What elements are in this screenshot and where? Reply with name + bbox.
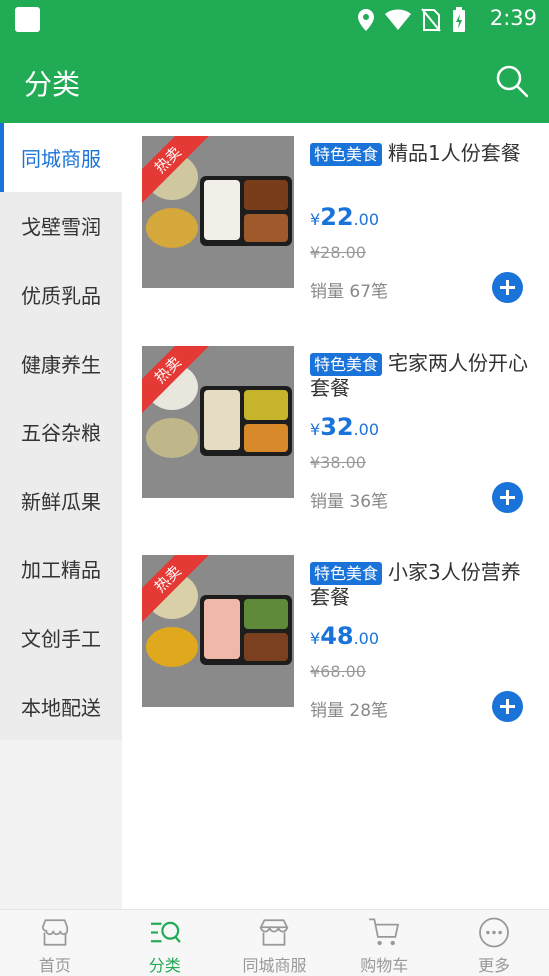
food-dish [244, 599, 288, 629]
food-dish [244, 424, 288, 452]
product-list: 热卖 特色美食 精品1人份套餐 ¥22.00 ¥28.00 销量 67笔 热卖 特… [122, 123, 549, 909]
food-rice [204, 180, 240, 240]
product-info: 特色美食 宅家两人份开心套餐 [310, 351, 530, 400]
product-title[interactable]: 特色美食 宅家两人份开心套餐 [310, 351, 530, 400]
battery-icon [453, 7, 465, 32]
product-card[interactable]: 热卖 特色美食 小家3人份营养套餐 ¥48.00 ¥68.00 销量 28笔 [122, 542, 549, 742]
food-shrimp [204, 599, 240, 659]
cart-icon [369, 918, 400, 946]
product-card[interactable]: 热卖 特色美食 宅家两人份开心套餐 ¥32.00 ¥38.00 销量 36笔 [122, 333, 549, 533]
product-card[interactable]: 热卖 特色美食 精品1人份套餐 ¥22.00 ¥28.00 销量 67笔 [122, 123, 549, 323]
nav-label: 同城商服 [242, 956, 307, 975]
app-screen: 2:39 分类 同城商服 戈壁雪润 优质乳品 健康养生 五谷杂粮 新鲜瓜果 加工… [0, 0, 549, 976]
sidebar-item-label: 戈壁雪润 [21, 215, 101, 240]
product-price: ¥22.00 [310, 203, 379, 231]
nav-label: 首页 [38, 956, 71, 975]
search-icon[interactable] [495, 64, 529, 98]
price-integer: 48 [320, 622, 354, 650]
sales-count: 销量 28笔 [310, 701, 389, 721]
currency-symbol: ¥ [310, 629, 321, 648]
app-header: 分类 [0, 40, 549, 123]
status-time: 2:39 [489, 6, 537, 30]
food-bowl [146, 627, 198, 667]
sidebar-item-label: 同城商服 [21, 146, 101, 171]
product-image[interactable]: 热卖 [142, 346, 294, 498]
product-price: ¥32.00 [310, 413, 379, 441]
sidebar-item-gebi[interactable]: 戈壁雪润 [0, 191, 122, 261]
sidebar-item-processed[interactable]: 加工精品 [0, 534, 122, 604]
sales-count: 销量 36笔 [310, 492, 389, 512]
food-dish [244, 390, 288, 420]
bottom-nav: 首页 分类 同城商服 购物车 更多 [0, 909, 549, 976]
sales-count: 销量 67笔 [310, 282, 389, 302]
sidebar-item-label: 新鲜瓜果 [21, 489, 101, 514]
nav-category[interactable]: 分类 [110, 910, 220, 976]
sidebar-item-label: 本地配送 [21, 695, 101, 720]
category-search-icon [150, 921, 181, 943]
sidebar-item-grains[interactable]: 五谷杂粮 [0, 397, 122, 466]
wifi-icon [385, 9, 411, 30]
sidebar-item-dairy[interactable]: 优质乳品 [0, 260, 122, 329]
sidebar-item-label: 加工精品 [21, 558, 101, 583]
status-icons [357, 7, 467, 33]
category-tag: 特色美食 [310, 562, 383, 585]
nav-label: 分类 [148, 956, 181, 975]
price-decimal: .00 [353, 210, 380, 229]
food-dish [244, 214, 288, 242]
nav-more[interactable]: 更多 [439, 910, 549, 976]
price-decimal: .00 [353, 629, 380, 648]
location-icon [358, 9, 374, 31]
sidebar-item-tongcheng[interactable]: 同城商服 [0, 123, 122, 192]
price-integer: 22 [320, 203, 354, 231]
sidebar-item-fruits[interactable]: 新鲜瓜果 [0, 465, 122, 535]
food-bowl [146, 418, 198, 458]
add-to-cart-button[interactable] [492, 482, 523, 513]
sidebar-item-handicraft[interactable]: 文创手工 [0, 603, 122, 672]
category-tag: 特色美食 [310, 143, 383, 166]
nav-label: 购物车 [360, 956, 409, 975]
sidebar-item-health[interactable]: 健康养生 [0, 328, 122, 398]
no-sim-icon [421, 8, 441, 32]
sidebar-item-label: 优质乳品 [21, 283, 101, 308]
sidebar-item-delivery[interactable]: 本地配送 [0, 671, 122, 741]
original-price: ¥38.00 [310, 453, 366, 472]
product-title[interactable]: 特色美食 精品1人份套餐 [310, 141, 530, 166]
product-title[interactable]: 特色美食 小家3人份营养套餐 [310, 560, 530, 609]
page-title: 分类 [24, 68, 81, 101]
price-decimal: .00 [353, 420, 380, 439]
original-price: ¥68.00 [310, 662, 366, 681]
nav-cart[interactable]: 购物车 [329, 910, 439, 976]
food-dish [244, 633, 288, 661]
add-to-cart-button[interactable] [492, 691, 523, 722]
product-info: 特色美食 小家3人份营养套餐 [310, 560, 530, 609]
food-dish [244, 180, 288, 210]
product-info: 特色美食 精品1人份套餐 [310, 141, 530, 166]
more-icon [479, 917, 509, 948]
nav-home[interactable]: 首页 [0, 910, 110, 976]
shop-icon [41, 919, 69, 946]
store-icon [259, 919, 290, 946]
nav-local-services[interactable]: 同城商服 [220, 910, 330, 976]
currency-symbol: ¥ [310, 420, 321, 439]
sidebar-item-label: 五谷杂粮 [21, 421, 101, 446]
category-tag: 特色美食 [310, 353, 383, 376]
status-bar: 2:39 [0, 0, 549, 40]
sidebar-item-label: 文创手工 [21, 626, 101, 651]
category-sidebar: 同城商服 戈壁雪润 优质乳品 健康养生 五谷杂粮 新鲜瓜果 加工精品 文创手工 … [0, 123, 122, 909]
nav-label: 更多 [478, 956, 511, 975]
sidebar-item-label: 健康养生 [21, 352, 101, 377]
product-name: 精品1人份套餐 [388, 141, 521, 165]
product-price: ¥48.00 [310, 622, 379, 650]
currency-symbol: ¥ [310, 210, 321, 229]
food-dish [204, 390, 240, 450]
product-image[interactable]: 热卖 [142, 555, 294, 707]
product-image[interactable]: 热卖 [142, 136, 294, 288]
notification-icon [15, 7, 40, 32]
price-integer: 32 [320, 413, 354, 441]
original-price: ¥28.00 [310, 243, 366, 262]
add-to-cart-button[interactable] [492, 272, 523, 303]
food-bowl [146, 208, 198, 248]
